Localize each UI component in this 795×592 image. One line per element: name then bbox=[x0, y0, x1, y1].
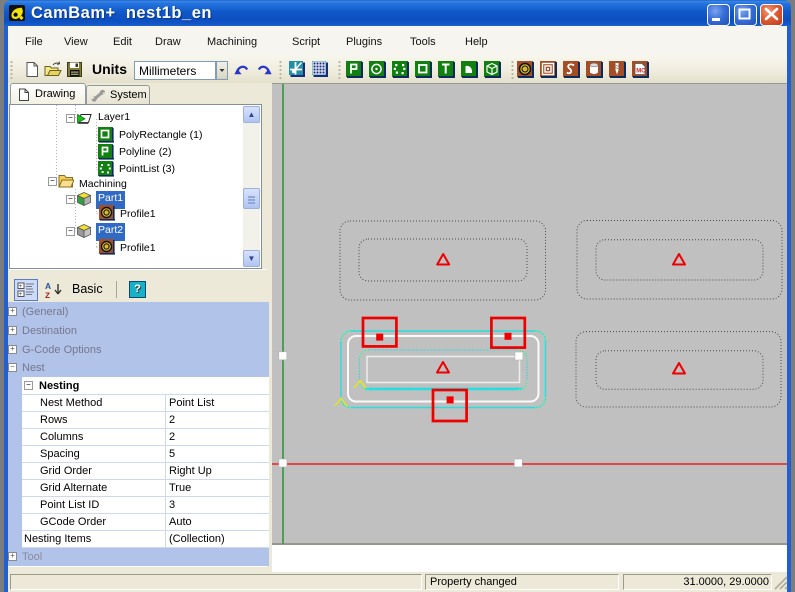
svg-text:MC: MC bbox=[636, 69, 646, 75]
svg-text:Z: Z bbox=[45, 291, 50, 300]
svg-text:+: + bbox=[19, 284, 23, 290]
svg-text:A: A bbox=[45, 281, 51, 291]
svg-text:+: + bbox=[19, 292, 23, 298]
